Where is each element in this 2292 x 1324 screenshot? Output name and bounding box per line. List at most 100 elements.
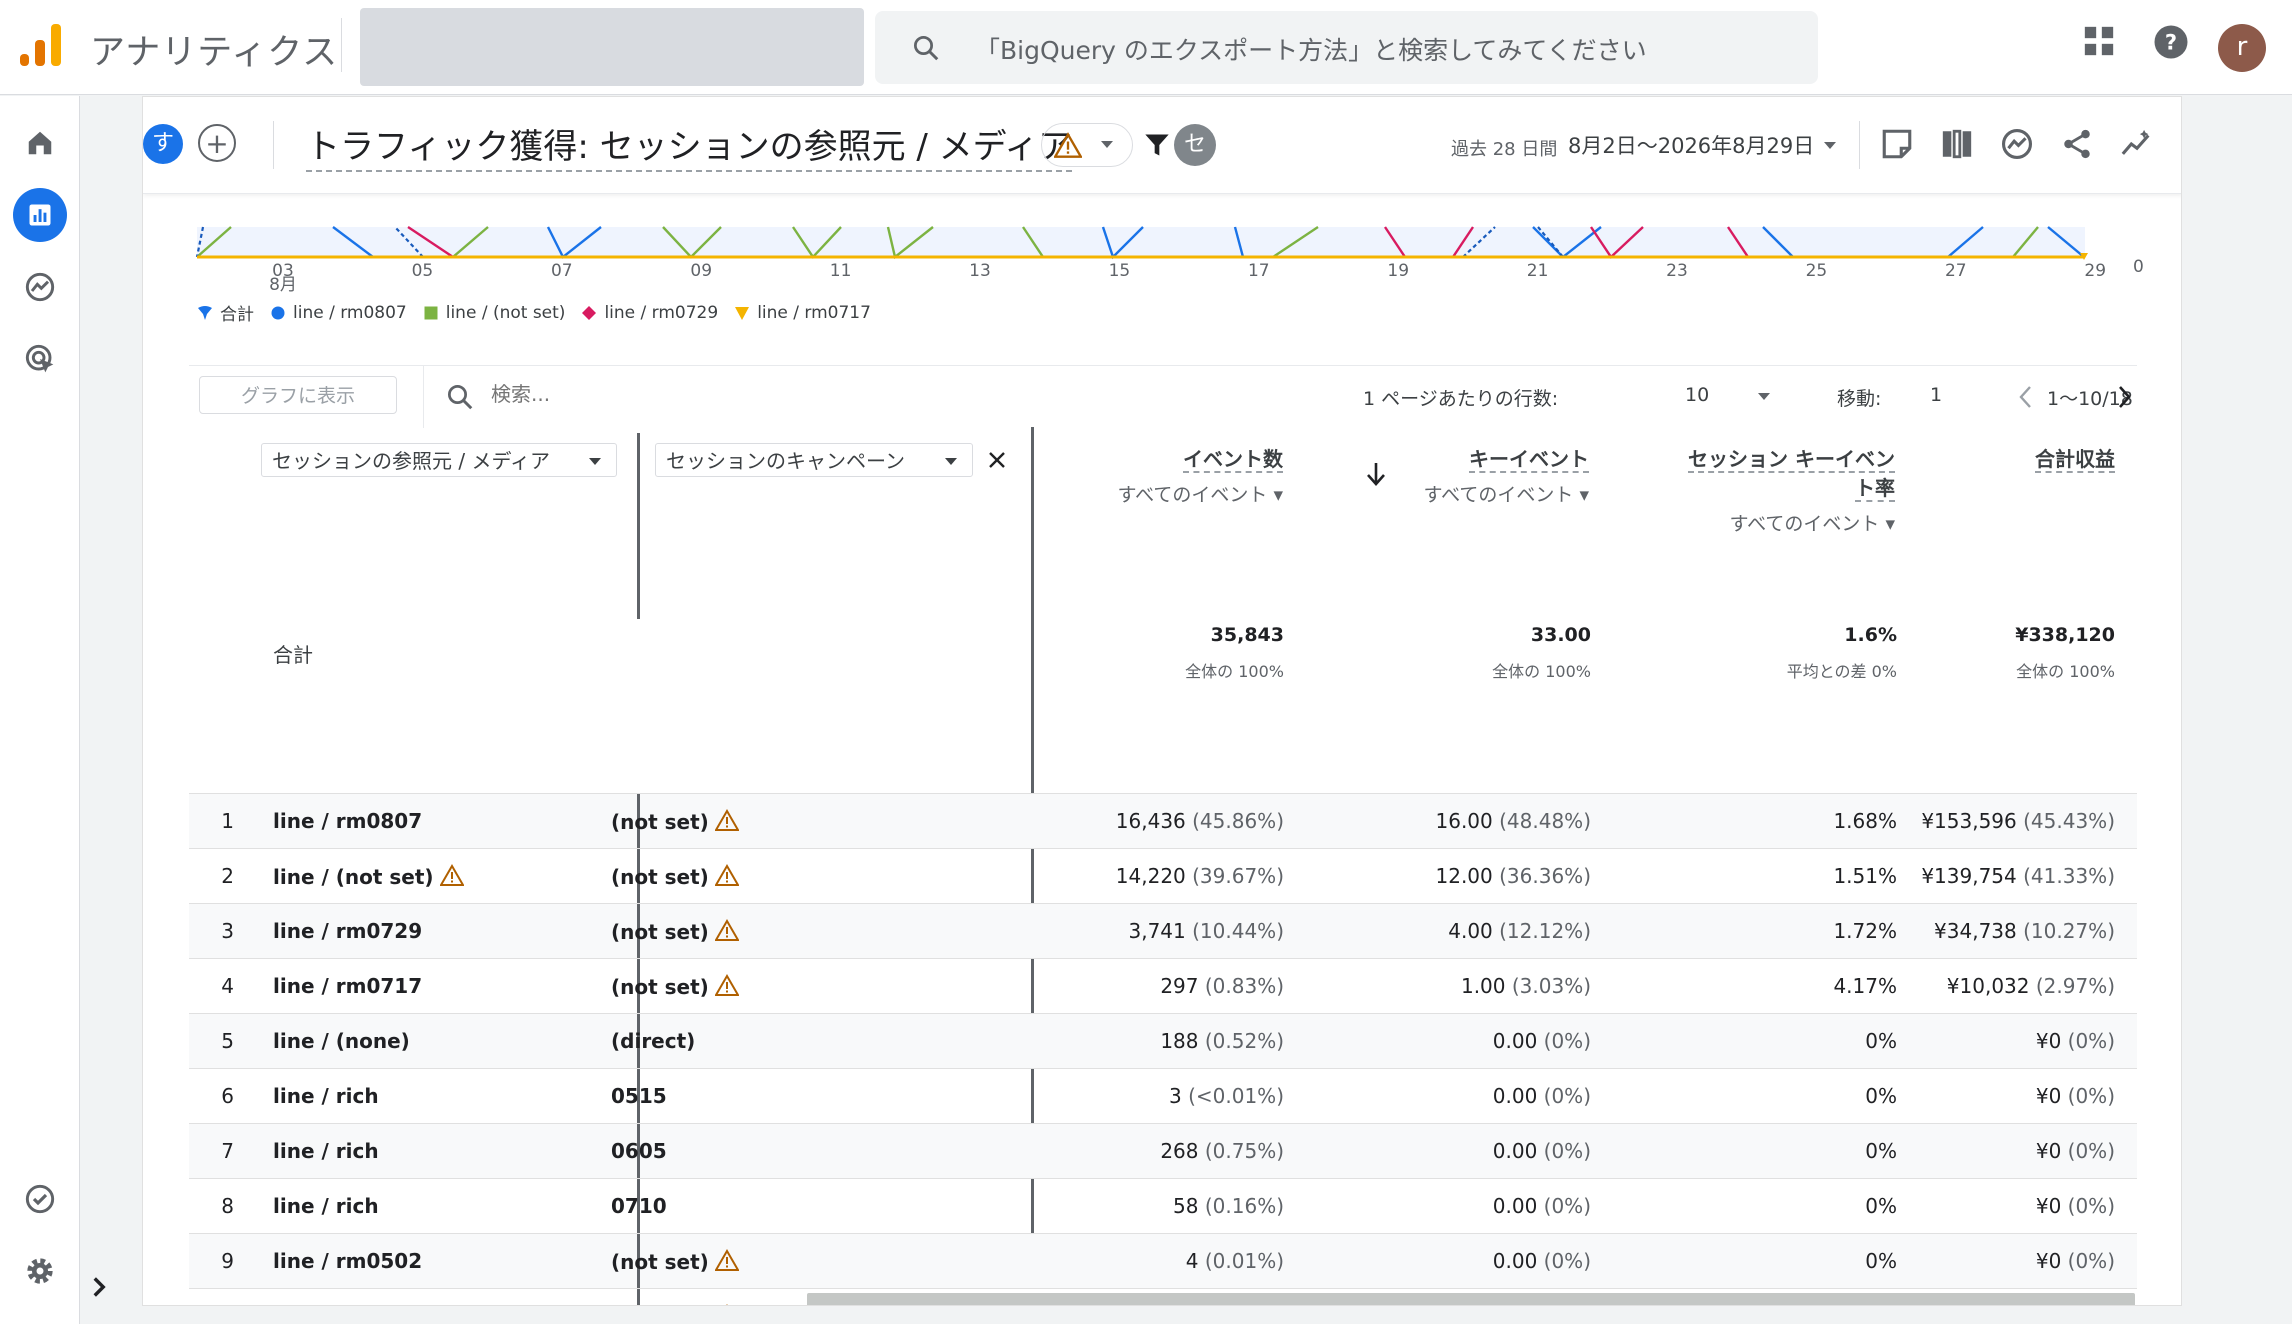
- row-index: 8: [221, 1194, 234, 1218]
- nav-reports[interactable]: [13, 188, 67, 242]
- chevron-down-icon: [945, 458, 957, 465]
- warning-dropdown[interactable]: [1041, 123, 1133, 167]
- secondary-dimension-select[interactable]: セッションのキャンペーン: [655, 443, 973, 477]
- table-row[interactable]: 7 line / rich 0605 268 (0.75%) 0.00 (0%) 0% ¥0…: [189, 1123, 2137, 1179]
- warning-icon: [438, 864, 465, 886]
- global-search[interactable]: 「BigQuery のエクスポート方法」と検索してみてください: [875, 11, 1818, 84]
- table-row[interactable]: 3 line / rm0729 (not set) 3,741 (10.44%) 4.0…: [189, 903, 2137, 959]
- key-events-cell: 1.00 (3.03%): [1460, 974, 1591, 998]
- chevron-down-icon[interactable]: [1757, 392, 1771, 402]
- x-axis-tick-label: 11: [830, 261, 852, 281]
- total-revenue-cell: ¥0 (0%): [2035, 1139, 2115, 1163]
- source-medium-cell: line / rich: [273, 1194, 379, 1218]
- source-medium-cell: line / (not set): [273, 864, 465, 889]
- x-axis-month-label: 8月: [269, 275, 297, 295]
- x-axis-tick-label: 23: [1666, 261, 1688, 281]
- close-icon[interactable]: [987, 450, 1007, 470]
- apps-grid-icon[interactable]: [2082, 24, 2116, 58]
- nav-explore[interactable]: [13, 260, 67, 314]
- rows-per-page-select[interactable]: 10: [1685, 384, 1709, 406]
- table-row[interactable]: 9 line / rm0502 (not set) 4 (0.01%) 0.00 (0%…: [189, 1233, 2137, 1289]
- table-row[interactable]: 2 line / (not set) (not set) 14,220 (39.67%…: [189, 848, 2137, 904]
- metric-name: 合計収益: [2035, 447, 2115, 473]
- segment-chip[interactable]: セ: [1174, 124, 1216, 166]
- divider: [341, 18, 342, 72]
- metric-event-filter[interactable]: すべてのイベント ▾: [1059, 480, 1284, 507]
- metric-event-filter[interactable]: すべてのイベント ▾: [1663, 509, 1896, 536]
- metric-name-continued: ト率: [1855, 476, 1895, 502]
- campaign-cell: (not set): [611, 1304, 739, 1305]
- plot-rows-button[interactable]: グラフに表示: [199, 376, 397, 414]
- bar-chart-icon: [29, 204, 51, 226]
- insights-circle-icon[interactable]: [2000, 127, 2034, 161]
- warning-icon: [714, 864, 740, 886]
- events-cell: 188 (0.52%): [1160, 1029, 1284, 1053]
- total-revenue-cell: ¥0 (0%): [2035, 1029, 2115, 1053]
- x-axis-tick-label: 07: [551, 261, 573, 281]
- table-row[interactable]: 4 line / rm0717 (not set) 297 (0.83%) 1.00 (…: [189, 958, 2137, 1014]
- comparison-chip[interactable]: す: [143, 124, 183, 164]
- horizontal-scrollbar[interactable]: [807, 1293, 2135, 1305]
- date-preset-label[interactable]: 過去 28 日間: [1451, 135, 1557, 161]
- divider: [423, 366, 424, 428]
- search-placeholder[interactable]: 「BigQuery のエクスポート方法」と検索してみてください: [975, 31, 1647, 67]
- primary-dimension-select[interactable]: セッションの参照元 / メディア: [261, 443, 617, 477]
- x-axis-tick-label: 25: [1806, 261, 1828, 281]
- share-icon[interactable]: [2060, 127, 2094, 161]
- chevron-left-icon[interactable]: [2015, 384, 2037, 410]
- total-row-label: 合計: [273, 643, 313, 667]
- legend-label: line / (not set): [445, 302, 566, 323]
- side-navigation: [0, 96, 80, 1324]
- campaign-cell: 0710: [611, 1194, 667, 1218]
- key-events-cell: 0.00 (0%): [1492, 1084, 1591, 1108]
- row-index: 4: [221, 974, 234, 998]
- chevron-right-icon[interactable]: [82, 1270, 116, 1304]
- legend-item[interactable]: line / rm0807: [270, 303, 407, 323]
- table-row[interactable]: 6 line / rich 0515 3 (<0.01%) 0.00 (0%) 0% ¥0 …: [189, 1068, 2137, 1124]
- y-axis-tick-label: 0: [2133, 257, 2144, 277]
- analytics-logo-icon[interactable]: [20, 22, 62, 68]
- x-axis-tick-label: 29: [2084, 261, 2106, 281]
- check-circle-icon: [25, 1184, 55, 1214]
- nav-data-quality[interactable]: [13, 1172, 67, 1226]
- primary-dimension-label: セッションの参照元 / メディア: [272, 449, 551, 473]
- chevron-right-icon[interactable]: [2113, 384, 2135, 410]
- add-comparison-button[interactable]: +: [198, 124, 236, 162]
- goto-input[interactable]: 1: [1930, 384, 1942, 406]
- metric-header-total-revenue[interactable]: 合計収益: [1899, 443, 2115, 473]
- legend-item[interactable]: line / (not set): [423, 302, 566, 323]
- source-medium-cell: line / rm0502: [273, 1249, 423, 1273]
- table-row[interactable]: 8 line / rich 0710 58 (0.16%) 0.00 (0%) 0% ¥0 …: [189, 1178, 2137, 1234]
- metric-event-filter[interactable]: すべてのイベント ▾: [1365, 480, 1590, 507]
- total-subtext: 全体の 100%: [1492, 662, 1591, 681]
- total-revenue-cell: ¥0 (0%): [2035, 1084, 2115, 1108]
- avatar[interactable]: r: [2218, 24, 2266, 72]
- help-icon[interactable]: ?: [2153, 24, 2189, 60]
- account-selector[interactable]: [360, 8, 864, 86]
- metric-header-events[interactable]: イベント数 すべてのイベント ▾: [1059, 443, 1283, 507]
- metric-header-session-key-event-rate[interactable]: セッション キーイベン ト率 すべてのイベント ▾: [1663, 443, 1895, 536]
- data-table: セッションの参照元 / メディア セッションのキャンペーン イベント数 すべての…: [189, 427, 2137, 1305]
- legend-item[interactable]: line / rm0729: [581, 303, 718, 323]
- date-range[interactable]: 8月2日〜2026年8月29日: [1568, 130, 1814, 160]
- table-row[interactable]: 5 line / (none) (direct) 188 (0.52%) 0.00 (0…: [189, 1013, 2137, 1069]
- row-index: 5: [221, 1029, 234, 1053]
- filter-icon[interactable]: [1143, 131, 1171, 159]
- metric-header-key-events[interactable]: キーイベント すべてのイベント ▾: [1365, 443, 1589, 507]
- legend-item[interactable]: 合計: [197, 300, 254, 325]
- table-row[interactable]: 1 line / rm0807 (not set) 16,436 (45.86%) 16…: [189, 793, 2137, 849]
- chevron-down-icon: [1101, 141, 1113, 148]
- edit-note-icon[interactable]: [1880, 127, 1914, 161]
- nav-admin[interactable]: [13, 1244, 67, 1298]
- pencil-icon[interactable]: [2180, 127, 2182, 161]
- compare-columns-icon[interactable]: [1940, 127, 1974, 161]
- chevron-down-icon[interactable]: [1823, 141, 1837, 151]
- nav-home[interactable]: [13, 116, 67, 170]
- warning-icon: [714, 919, 740, 941]
- legend-item[interactable]: line / rm0717: [734, 303, 871, 323]
- legend-label: line / rm0807: [293, 302, 407, 323]
- table-search-input[interactable]: [489, 381, 793, 407]
- row-index: 6: [221, 1084, 234, 1108]
- nav-advertising[interactable]: [13, 332, 67, 386]
- insights-sparkle-icon[interactable]: [2120, 127, 2154, 161]
